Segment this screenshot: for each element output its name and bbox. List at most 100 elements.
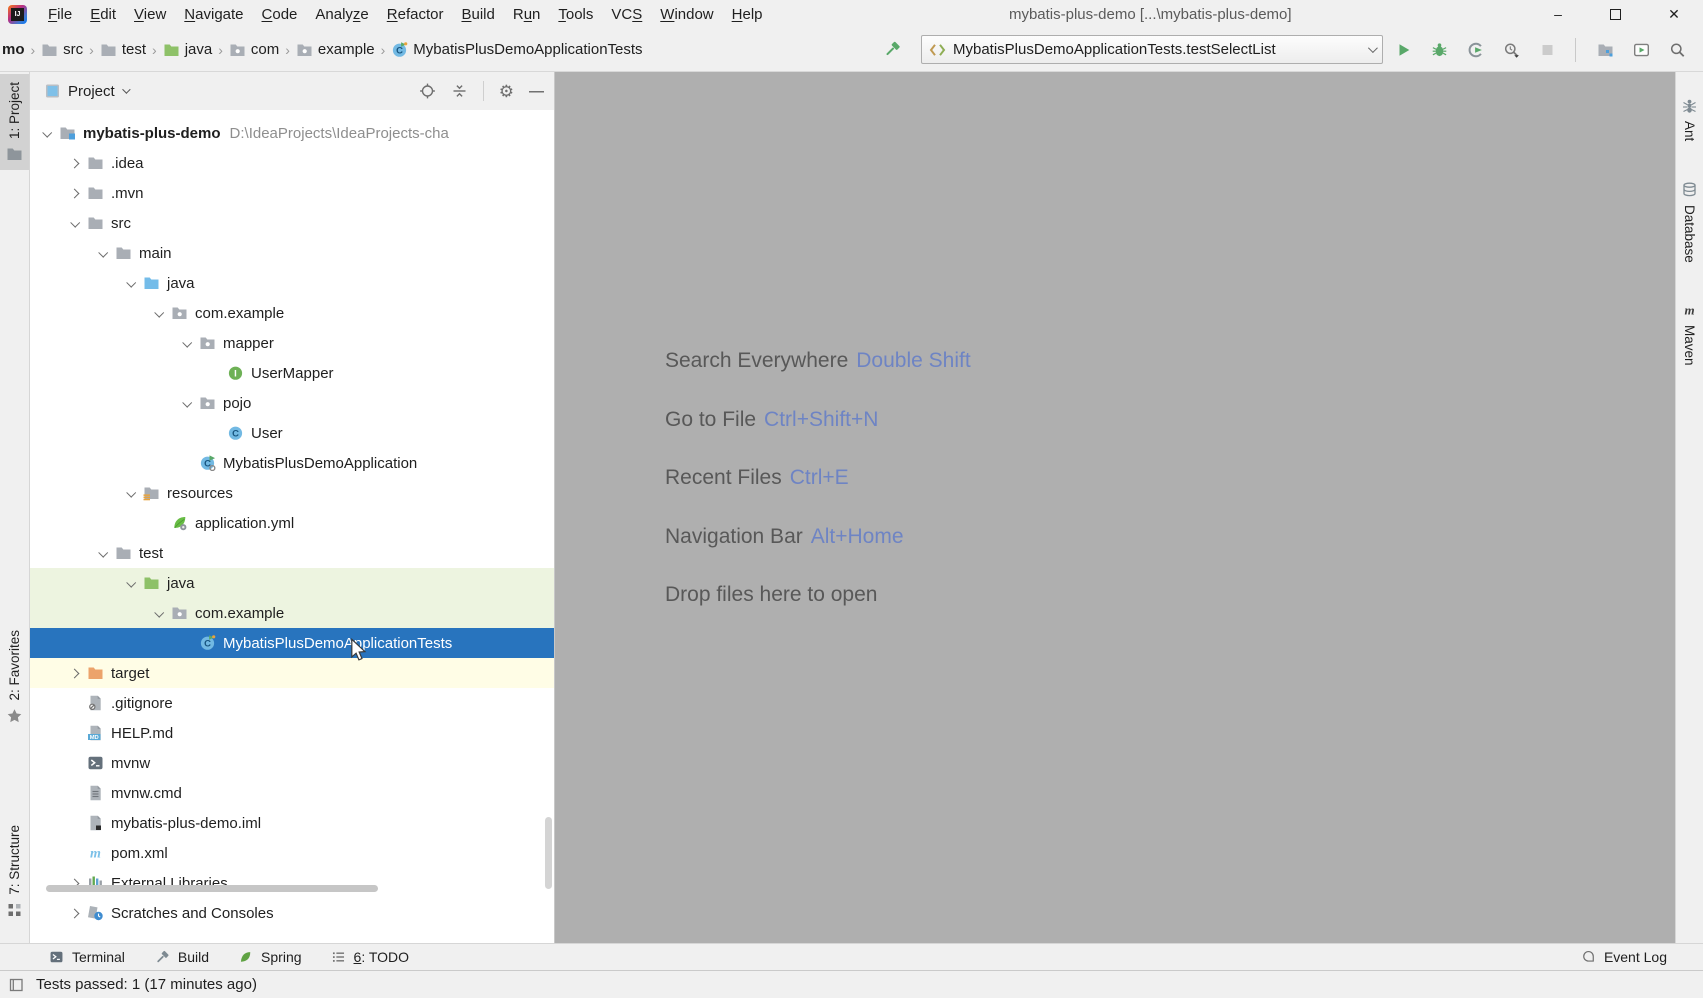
- tree-toggle-expanded[interactable]: [176, 340, 197, 347]
- tree-row[interactable]: Scratches and Consoles: [30, 898, 554, 928]
- menu-item-refactor[interactable]: Refactor: [378, 0, 453, 28]
- breadcrumb-item-mo[interactable]: mo: [2, 41, 25, 58]
- tree-row[interactable]: java: [30, 268, 554, 298]
- tree-row[interactable]: CMybatisPlusDemoApplication: [30, 448, 554, 478]
- breadcrumb-folder-icon: [41, 42, 58, 58]
- tree-row[interactable]: External Libraries: [30, 868, 554, 898]
- tree-toggle-collapsed[interactable]: [64, 910, 85, 917]
- chevron-down-icon: [98, 547, 108, 557]
- tool-stripe-tab-ant[interactable]: Ant: [1676, 90, 1703, 149]
- settings-gear-button[interactable]: ⚙: [499, 83, 514, 100]
- menu-item-analyze[interactable]: Analyze: [306, 0, 377, 28]
- open-in-button[interactable]: [1590, 35, 1621, 65]
- menu-item-navigate[interactable]: Navigate: [175, 0, 252, 28]
- search-everywhere-button[interactable]: [1662, 35, 1693, 65]
- tree-toggle-expanded[interactable]: [148, 610, 169, 617]
- menu-item-build[interactable]: Build: [452, 0, 503, 28]
- tree-row[interactable]: src: [30, 208, 554, 238]
- tool-stripe-tab-database[interactable]: Database: [1676, 174, 1703, 271]
- tree-toggle-expanded[interactable]: [120, 490, 141, 497]
- tree-row[interactable]: main: [30, 238, 554, 268]
- project-view-selector[interactable]: Project: [68, 83, 128, 100]
- menu-item-edit[interactable]: Edit: [81, 0, 125, 28]
- tree-row[interactable]: .gitignore: [30, 688, 554, 718]
- locate-button[interactable]: [419, 83, 436, 99]
- tree-row[interactable]: mpom.xml: [30, 838, 554, 868]
- tree-row[interactable]: CMybatisPlusDemoApplicationTests: [30, 628, 554, 658]
- menu-item-file[interactable]: File: [39, 0, 81, 28]
- build-hammer-icon[interactable]: [876, 35, 907, 65]
- tree-toggle-expanded[interactable]: [176, 400, 197, 407]
- tree-row[interactable]: mvnw.cmd: [30, 778, 554, 808]
- tree-row[interactable]: CUser: [30, 418, 554, 448]
- menu-item-run[interactable]: Run: [504, 0, 550, 28]
- tool-window-button-terminal[interactable]: Terminal: [48, 949, 125, 965]
- menu-item-view[interactable]: View: [125, 0, 175, 28]
- tree-row[interactable]: target: [30, 658, 554, 688]
- tree-toggle-expanded[interactable]: [120, 280, 141, 287]
- breadcrumb-item-java[interactable]: java: [163, 41, 213, 58]
- tree-row[interactable]: .mvn: [30, 178, 554, 208]
- tree-row[interactable]: mapper: [30, 328, 554, 358]
- gitignore-icon: [85, 695, 105, 712]
- tree-toggle-expanded[interactable]: [92, 250, 113, 257]
- debug-button[interactable]: [1424, 35, 1455, 65]
- profile-button[interactable]: [1496, 35, 1527, 65]
- tree-toggle-collapsed[interactable]: [64, 160, 85, 167]
- menu-item-tools[interactable]: Tools: [549, 0, 602, 28]
- tree-horizontal-scrollbar[interactable]: [46, 885, 378, 892]
- run-with-coverage-button[interactable]: [1460, 35, 1491, 65]
- breadcrumb-item-com[interactable]: com: [229, 41, 279, 58]
- tree-row[interactable]: resources: [30, 478, 554, 508]
- close-button[interactable]: ✕: [1645, 0, 1703, 28]
- tool-window-button-6-todo[interactable]: 6: TODO: [330, 949, 410, 965]
- shell-icon: [85, 755, 105, 772]
- tree-toggle-expanded[interactable]: [92, 550, 113, 557]
- tree-row[interactable]: com.example: [30, 298, 554, 328]
- menu-item-window[interactable]: Window: [651, 0, 722, 28]
- tool-window-button-build[interactable]: Build: [153, 949, 209, 966]
- tree-toggle-collapsed[interactable]: [64, 670, 85, 677]
- tool-window-button-spring[interactable]: Spring: [237, 949, 301, 965]
- tree-toggle-expanded[interactable]: [64, 220, 85, 227]
- tool-stripe-tab-2-favorites[interactable]: 2: Favorites: [0, 622, 29, 732]
- tree-row[interactable]: IUserMapper: [30, 358, 554, 388]
- minimize-button[interactable]: –: [1529, 0, 1587, 28]
- tree-row[interactable]: mybatis-plus-demo.iml: [30, 808, 554, 838]
- tool-stripe-tab-maven[interactable]: mMaven: [1676, 294, 1703, 374]
- run-configuration-select[interactable]: MybatisPlusDemoApplicationTests.testSele…: [921, 35, 1383, 64]
- tree-toggle-expanded[interactable]: [120, 580, 141, 587]
- breadcrumb-item-example[interactable]: example: [296, 41, 375, 58]
- tree-row[interactable]: mybatis-plus-demoD:\IdeaProjects\IdeaPro…: [30, 118, 554, 148]
- tree-toggle-collapsed[interactable]: [64, 190, 85, 197]
- tree-row[interactable]: test: [30, 538, 554, 568]
- stop-button[interactable]: [1532, 35, 1563, 65]
- tool-window-button-event-log[interactable]: Event Log: [1580, 949, 1667, 965]
- tool-stripe-tab-1-project[interactable]: 1: Project: [0, 74, 29, 170]
- tree-vertical-scrollbar[interactable]: [545, 817, 552, 889]
- tree-row[interactable]: pojo: [30, 388, 554, 418]
- run-config-icon: [929, 42, 946, 58]
- hide-button[interactable]: —: [529, 83, 544, 100]
- tree-row[interactable]: mvnw: [30, 748, 554, 778]
- breadcrumb-item-src[interactable]: src: [41, 41, 83, 58]
- menu-item-code[interactable]: Code: [253, 0, 307, 28]
- todo-list-icon: [331, 950, 345, 964]
- maximize-button[interactable]: [1587, 0, 1645, 28]
- tree-row[interactable]: com.example: [30, 598, 554, 628]
- toolwindow-toggle-icon[interactable]: [8, 977, 25, 993]
- tool-stripe-tab-7-structure[interactable]: 7: Structure: [0, 817, 29, 926]
- menu-item-help[interactable]: Help: [723, 0, 772, 28]
- tree-row[interactable]: .idea: [30, 148, 554, 178]
- breadcrumb-item-test[interactable]: test: [100, 41, 146, 58]
- breadcrumb-item-MybatisPlusDemoApplicationTests[interactable]: CMybatisPlusDemoApplicationTests: [391, 41, 642, 58]
- tree-row[interactable]: MDHELP.md: [30, 718, 554, 748]
- collapse-all-button[interactable]: [451, 83, 468, 99]
- run-anything-button[interactable]: [1626, 35, 1657, 65]
- menu-item-vcs[interactable]: VCS: [602, 0, 651, 28]
- run-button[interactable]: [1388, 35, 1419, 65]
- tree-row[interactable]: application.yml: [30, 508, 554, 538]
- tree-row[interactable]: java: [30, 568, 554, 598]
- tree-toggle-expanded[interactable]: [36, 130, 57, 137]
- tree-toggle-expanded[interactable]: [148, 310, 169, 317]
